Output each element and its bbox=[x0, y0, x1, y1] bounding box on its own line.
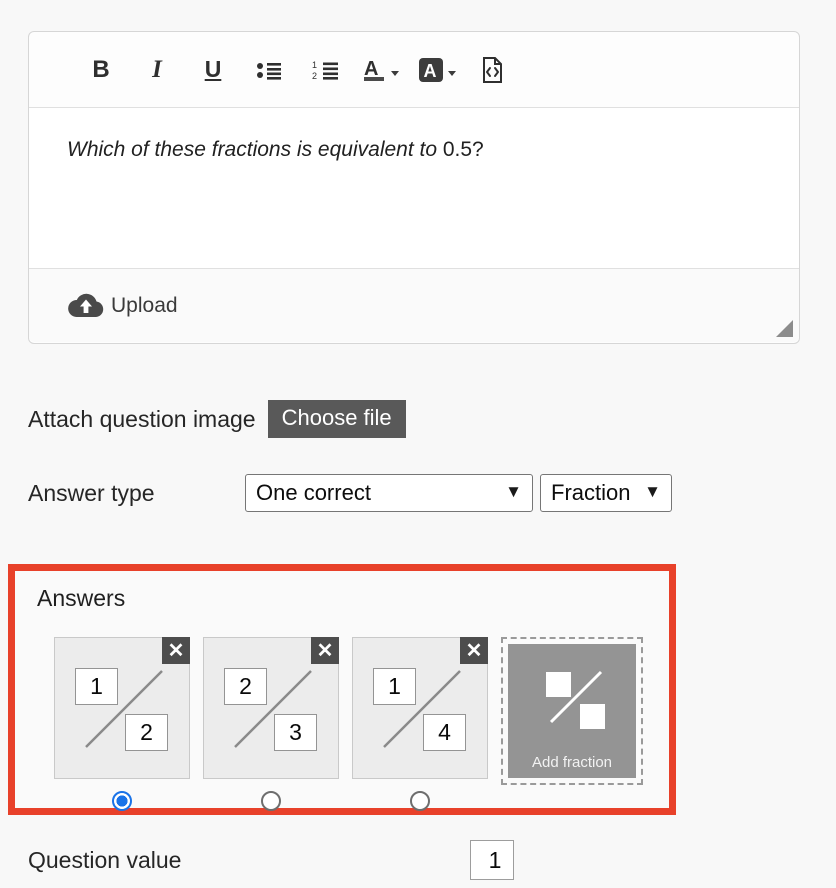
fraction-card[interactable]: ✕ bbox=[54, 637, 190, 779]
correct-answer-radio-row bbox=[112, 791, 132, 811]
editor-toolbar: B I U 1 2 A A bbox=[29, 32, 799, 108]
highlight-color-button[interactable]: A bbox=[409, 50, 465, 90]
remove-answer-button[interactable]: ✕ bbox=[162, 637, 190, 664]
remove-answer-button[interactable]: ✕ bbox=[460, 637, 488, 664]
question-text-plain: 0.5? bbox=[437, 138, 484, 161]
source-code-button[interactable] bbox=[465, 50, 521, 90]
add-fraction-tile: Add fraction bbox=[508, 644, 636, 778]
correct-answer-radio-row bbox=[261, 791, 281, 811]
italic-button[interactable]: I bbox=[129, 50, 185, 90]
numbered-list-button[interactable]: 1 2 bbox=[297, 50, 353, 90]
fraction-card[interactable]: ✕ bbox=[203, 637, 339, 779]
cloud-upload-icon bbox=[68, 293, 104, 317]
denominator-input[interactable] bbox=[423, 714, 466, 751]
add-fraction-icon bbox=[549, 670, 603, 724]
underline-button[interactable]: U bbox=[185, 50, 241, 90]
correct-answer-radio[interactable] bbox=[410, 791, 430, 811]
answer-mode-select[interactable]: One correct bbox=[245, 474, 533, 512]
attach-question-image-label: Attach question image bbox=[28, 405, 256, 432]
correct-answer-radio-row bbox=[410, 791, 430, 811]
answer-option: ✕ bbox=[54, 637, 190, 811]
answer-type-row: Answer type One correct ▼ Fraction ▼ bbox=[28, 474, 672, 512]
numerator-input[interactable] bbox=[224, 668, 267, 705]
svg-text:2: 2 bbox=[312, 71, 317, 81]
answers-list: ✕ ✕ bbox=[54, 637, 643, 811]
add-fraction-numerator-box bbox=[546, 672, 571, 697]
answer-mode-select-wrapper: One correct ▼ bbox=[245, 474, 533, 512]
attach-question-image-row: Attach question image Choose file bbox=[28, 400, 406, 438]
add-fraction-label: Add fraction bbox=[531, 754, 613, 771]
answer-type-label: Answer type bbox=[28, 479, 155, 506]
numerator-input[interactable] bbox=[373, 668, 416, 705]
svg-text:A: A bbox=[364, 58, 378, 80]
question-value-row: Question value bbox=[28, 840, 514, 880]
remove-answer-button[interactable]: ✕ bbox=[311, 637, 339, 664]
correct-answer-radio[interactable] bbox=[261, 791, 281, 811]
bold-icon: B bbox=[92, 55, 110, 83]
editor-footer: Upload bbox=[29, 268, 799, 342]
answers-title: Answers bbox=[37, 585, 126, 611]
question-text-area[interactable]: Which of these fractions is equivalent t… bbox=[29, 108, 799, 268]
upload-label: Upload bbox=[111, 293, 178, 317]
bold-button[interactable]: B bbox=[73, 50, 129, 90]
underline-icon: U bbox=[204, 56, 222, 82]
question-text-editor: B I U 1 2 A A Which of these fractions i… bbox=[28, 31, 800, 344]
denominator-input[interactable] bbox=[125, 714, 168, 751]
add-fraction-button[interactable]: Add fraction bbox=[501, 637, 643, 785]
source-code-icon bbox=[483, 56, 502, 83]
editor-resize-grip[interactable] bbox=[776, 320, 793, 337]
svg-text:A: A bbox=[424, 61, 437, 81]
question-text-italic: Which of these fractions is equivalent t… bbox=[67, 138, 438, 161]
chevron-down-icon bbox=[448, 70, 456, 76]
answer-kind-select-wrapper: Fraction ▼ bbox=[540, 474, 672, 512]
numerator-input[interactable] bbox=[75, 668, 118, 705]
question-value-label: Question value bbox=[28, 846, 182, 873]
text-color-icon: A bbox=[364, 58, 384, 81]
italic-icon: I bbox=[152, 56, 162, 83]
denominator-input[interactable] bbox=[274, 714, 317, 751]
bulleted-list-icon bbox=[257, 62, 281, 80]
numbered-list-icon: 1 2 bbox=[312, 60, 338, 81]
bulleted-list-button[interactable] bbox=[241, 50, 297, 90]
highlight-color-icon: A bbox=[419, 57, 443, 82]
chevron-down-icon bbox=[391, 70, 399, 76]
answer-kind-select[interactable]: Fraction bbox=[540, 474, 672, 512]
svg-text:1: 1 bbox=[312, 60, 317, 70]
answer-option: ✕ bbox=[203, 637, 339, 811]
correct-answer-radio[interactable] bbox=[112, 791, 132, 811]
question-value-input[interactable] bbox=[470, 840, 514, 880]
add-fraction-denominator-box bbox=[580, 704, 605, 729]
upload-button[interactable]: Upload bbox=[67, 292, 178, 320]
answer-option: ✕ bbox=[352, 637, 488, 811]
text-color-button[interactable]: A bbox=[353, 50, 409, 90]
answers-panel: Answers ✕ ✕ bbox=[8, 564, 676, 815]
choose-file-button[interactable]: Choose file bbox=[267, 400, 406, 438]
fraction-card[interactable]: ✕ bbox=[352, 637, 488, 779]
